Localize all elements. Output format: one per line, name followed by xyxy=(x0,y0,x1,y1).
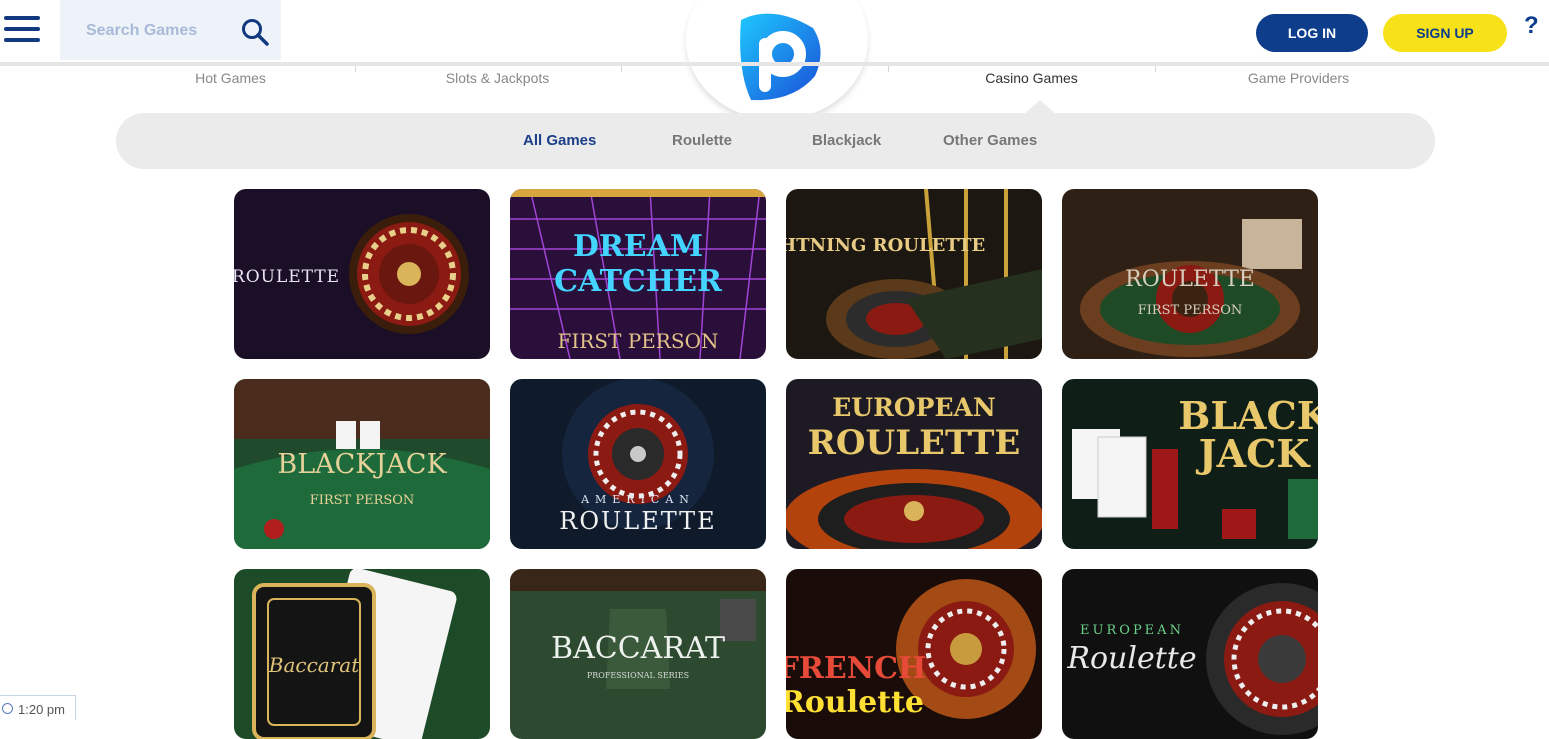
game-subtitle: FIRST PERSON xyxy=(1137,303,1243,318)
game-tile[interactable]: Baccarat xyxy=(234,569,490,739)
main-nav: Hot Games Slots & Jackpots Casino Games … xyxy=(97,66,1533,92)
clock-widget: 1:20 pm xyxy=(0,695,76,720)
tab-roulette[interactable]: Roulette xyxy=(672,132,732,149)
game-tile[interactable]: FRENCH Roulette xyxy=(786,569,1042,739)
game-subtitle: ROULETTE xyxy=(807,423,1021,463)
nav-item-casino-games[interactable]: Casino Games xyxy=(898,70,1165,86)
tab-all-games[interactable]: All Games xyxy=(523,132,596,149)
game-subtitle: FIRST PERSON xyxy=(309,493,415,508)
nav-item-hot-games[interactable]: Hot Games xyxy=(97,70,364,86)
game-tile[interactable]: ROULETTE FIRST PERSON xyxy=(1062,189,1318,359)
game-title: LIGHTNING ROULETTE xyxy=(786,235,986,256)
game-tile[interactable]: AMERICAN ROULETTE xyxy=(510,379,766,549)
game-tile[interactable]: BLACKJACK FIRST PERSON xyxy=(234,379,490,549)
search-icon[interactable] xyxy=(240,17,270,47)
game-tile[interactable]: EUROPEAN ROULETTE xyxy=(786,379,1042,549)
menu-icon[interactable] xyxy=(4,16,40,48)
game-tile[interactable]: BLACK JACK xyxy=(1062,379,1318,549)
site-header: LOG IN SIGN UP ? xyxy=(0,0,1549,120)
nav-item-game-providers[interactable]: Game Providers xyxy=(1165,70,1432,86)
game-title: ROULETTE xyxy=(1125,267,1255,292)
login-button[interactable]: LOG IN xyxy=(1256,14,1368,52)
game-title: FRENCH xyxy=(786,651,927,686)
game-title: Baccarat xyxy=(268,653,360,677)
search-box xyxy=(60,0,281,60)
game-tile[interactable]: DREAM CATCHER FIRST PERSON xyxy=(510,189,766,359)
game-tile[interactable]: BACCARAT PROFESSIONAL SERIES xyxy=(510,569,766,739)
game-subtitle: Roulette xyxy=(786,685,925,720)
tab-other-games[interactable]: Other Games xyxy=(943,132,1037,149)
help-icon[interactable]: ? xyxy=(1524,12,1539,40)
game-subtitle: Roulette xyxy=(1067,641,1197,676)
game-title: AMERICAN xyxy=(581,493,695,506)
game-tile[interactable]: LIGHTNING ROULETTE xyxy=(786,189,1042,359)
game-title: EUROPEAN xyxy=(1080,623,1184,638)
game-subtitle: JACK xyxy=(1198,431,1310,476)
game-tile[interactable]: ROULETTE xyxy=(234,189,490,359)
game-title: DREAM CATCHER xyxy=(554,229,722,299)
game-subtitle: PROFESSIONAL SERIES xyxy=(586,671,690,680)
sub-nav: All Games Roulette Blackjack Other Games xyxy=(116,113,1435,169)
signup-button[interactable]: SIGN UP xyxy=(1383,14,1507,52)
game-title: BACCARAT xyxy=(551,631,725,666)
search-input[interactable] xyxy=(86,18,236,44)
clock-icon xyxy=(2,703,13,714)
game-title: ROULETTE xyxy=(234,267,341,287)
clock-time: 1:20 pm xyxy=(18,702,65,717)
game-title: EUROPEAN xyxy=(832,393,996,422)
game-subtitle: FIRST PERSON xyxy=(557,329,719,353)
nav-item-slots-jackpots[interactable]: Slots & Jackpots xyxy=(364,70,631,86)
game-tile[interactable]: EUROPEAN Roulette xyxy=(1062,569,1318,739)
game-subtitle: ROULETTE xyxy=(559,507,717,535)
tab-blackjack[interactable]: Blackjack xyxy=(812,132,881,149)
nav-active-caret xyxy=(1024,100,1056,114)
game-title: BLACKJACK xyxy=(277,449,447,480)
